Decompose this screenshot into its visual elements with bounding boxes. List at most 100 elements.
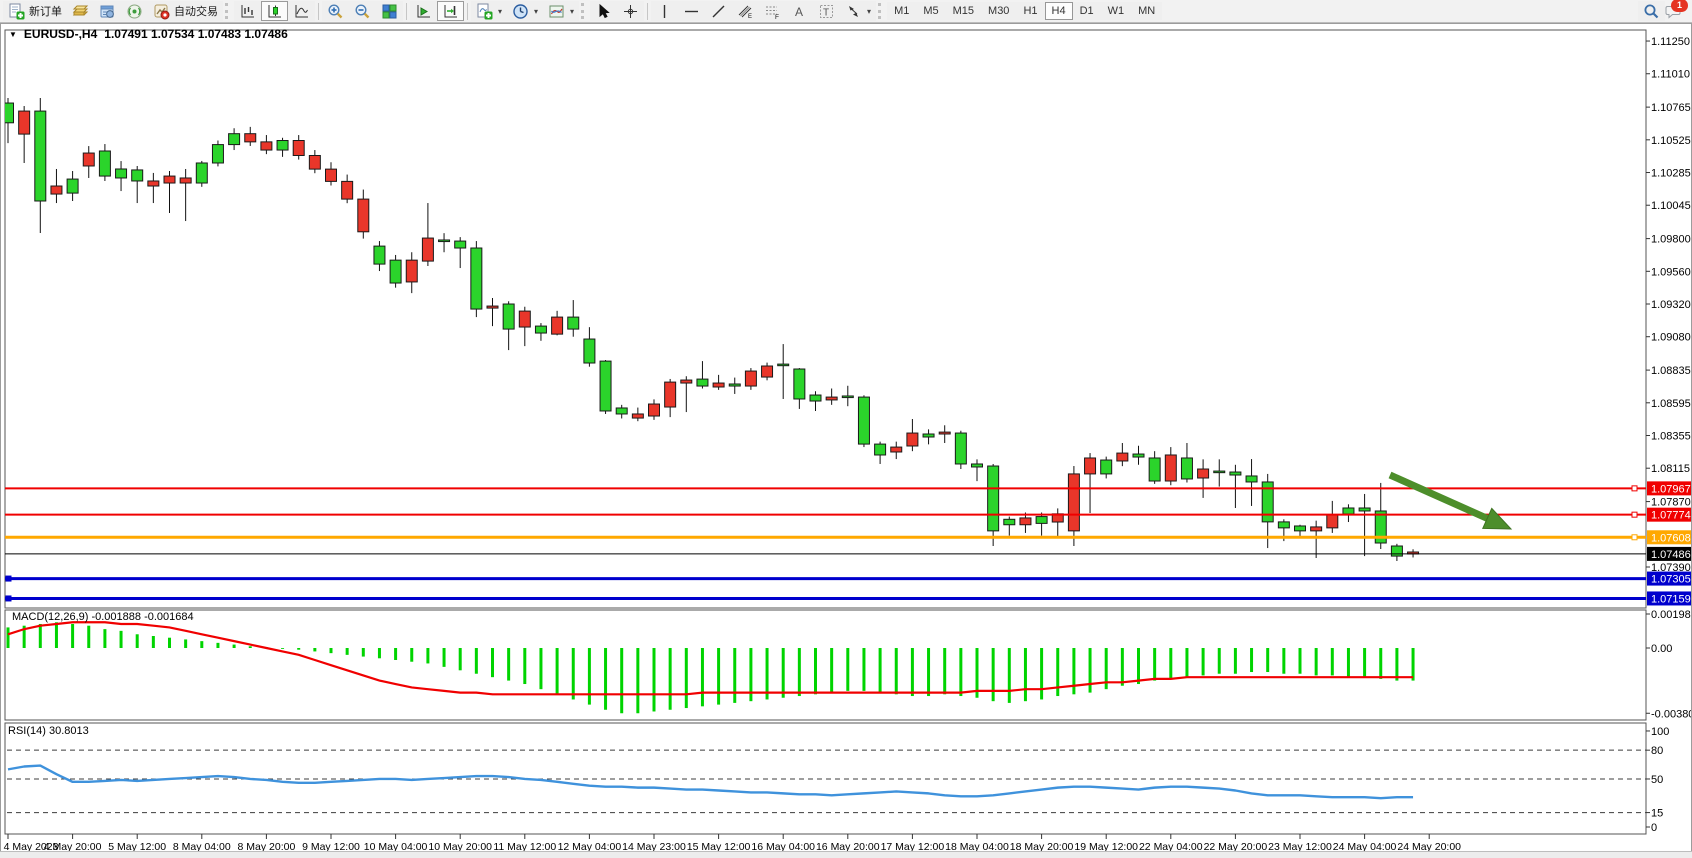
rsi-tick-label: 100: [1651, 726, 1669, 738]
tile-windows-button[interactable]: [376, 1, 403, 21]
price-tick-label: 1.09080: [1651, 332, 1691, 344]
chart-shift-button[interactable]: [437, 1, 464, 21]
timeframe-h4[interactable]: H4: [1045, 2, 1073, 20]
rsi-tick-label: 80: [1651, 745, 1663, 757]
autotrading-label: 自动交易: [174, 3, 218, 19]
timeframe-m30[interactable]: M30: [981, 2, 1016, 20]
candlestick-chart-button[interactable]: [261, 1, 288, 21]
zoom-in-button[interactable]: [322, 1, 349, 21]
data-window-button[interactable]: [94, 1, 121, 21]
timeframe-toolbar: M1M5M15M30H1H4D1W1MN: [887, 2, 1162, 20]
alerts-button[interactable]: [121, 1, 148, 21]
timeframe-mn[interactable]: MN: [1131, 2, 1162, 20]
arrows-icon: [845, 3, 862, 20]
timeframe-w1[interactable]: W1: [1101, 2, 1132, 20]
notification-badge: 1: [1671, 0, 1688, 12]
crosshair-button[interactable]: [617, 1, 644, 21]
cursor-button[interactable]: [590, 1, 617, 21]
price-label-text: 1.07305: [1651, 574, 1691, 586]
search-button[interactable]: [1638, 1, 1665, 21]
chart-title: ▼ EURUSD-,H4 1.07491 1.07534 1.07483 1.0…: [9, 27, 288, 41]
bar-chart-button[interactable]: [234, 1, 261, 21]
autotrading-icon: [153, 3, 170, 20]
time-axis[interactable]: 4 May 20234 May 20:005 May 12:008 May 04…: [4, 834, 1462, 852]
new-order-button[interactable]: 新订单: [3, 1, 67, 21]
indicators-button[interactable]: ▾: [471, 1, 507, 21]
timeframe-m15[interactable]: M15: [946, 2, 981, 20]
zoom-in-icon: [327, 3, 344, 20]
zoom-out-button[interactable]: [349, 1, 376, 21]
timeframe-h1[interactable]: H1: [1016, 2, 1044, 20]
line-anchor[interactable]: [1632, 512, 1637, 517]
price-label-text: 1.07608: [1651, 532, 1691, 544]
toolbar: 新订单 自动交易: [0, 0, 1692, 23]
equidistant-channel-icon: E: [737, 3, 754, 20]
svg-text:A: A: [795, 5, 803, 19]
auto-scroll-button[interactable]: [410, 1, 437, 21]
autotrading-button[interactable]: 自动交易: [148, 1, 223, 21]
vertical-line-button[interactable]: [651, 1, 678, 21]
crosshair-icon: [622, 3, 639, 20]
price-label-text: 1.07967: [1651, 483, 1691, 495]
price-tick-label: 1.08835: [1651, 365, 1691, 377]
fibonacci-button[interactable]: F: [759, 1, 786, 21]
data-window-icon: [99, 3, 116, 20]
cursor-icon: [595, 3, 612, 20]
timeframe-m1[interactable]: M1: [887, 2, 916, 20]
toolbar-drag-handle[interactable]: [878, 3, 884, 19]
templates-button[interactable]: ▾: [543, 1, 579, 21]
profiles-button[interactable]: [67, 1, 94, 21]
price-tick-label: 1.10045: [1651, 200, 1691, 212]
trendline-icon: [710, 3, 727, 20]
line-anchor[interactable]: [6, 576, 11, 581]
horizontal-line-icon: [683, 3, 700, 20]
chart-canvas[interactable]: 1.112501.110101.107651.105251.102851.100…: [1, 24, 1691, 852]
candlestick-series: [3, 98, 1419, 561]
toolbar-drag-handle[interactable]: [225, 3, 231, 19]
timeframe-d1[interactable]: D1: [1073, 2, 1101, 20]
price-tick-label: 1.08115: [1651, 463, 1690, 475]
line-anchor[interactable]: [1632, 535, 1637, 540]
fibonacci-icon: F: [764, 3, 781, 20]
price-tick-label: 1.08595: [1651, 398, 1691, 410]
rsi-line: [8, 766, 1413, 799]
zoom-out-icon: [354, 3, 371, 20]
periods-clock-icon: [512, 3, 529, 20]
periods-button[interactable]: ▾: [507, 1, 543, 21]
rsi-tick-label: 15: [1651, 808, 1663, 820]
line-anchor[interactable]: [1632, 486, 1637, 491]
line-anchor[interactable]: [6, 596, 11, 601]
status-bar: [0, 851, 1692, 858]
price-tick-label: 1.10285: [1651, 168, 1691, 180]
chat-button[interactable]: 1: [1665, 3, 1682, 20]
price-tick-label: 1.08355: [1651, 430, 1691, 442]
text-button[interactable]: A: [786, 1, 813, 21]
bar-chart-icon: [239, 3, 256, 20]
auto-scroll-icon: [415, 3, 432, 20]
equidistant-channel-button[interactable]: E: [732, 1, 759, 21]
price-label-text: 1.07774: [1651, 510, 1691, 522]
search-icon: [1643, 3, 1660, 20]
price-tick-label: 1.09800: [1651, 234, 1691, 246]
text-icon: A: [791, 3, 808, 20]
toolbar-drag-handle[interactable]: [581, 3, 587, 19]
macd-indicator: [8, 622, 1413, 713]
horizontal-line-button[interactable]: [678, 1, 705, 21]
collapse-triangle-icon[interactable]: ▼: [9, 30, 17, 39]
text-label-button[interactable]: T: [813, 1, 840, 21]
chart-title-symbol: EURUSD-,H4: [24, 27, 97, 41]
rsi-tick-label: 50: [1651, 774, 1663, 786]
chevron-down-icon: ▾: [867, 7, 871, 16]
chart-window: 1.112501.110101.107651.105251.102851.100…: [0, 23, 1692, 853]
price-tick-label: 1.09320: [1651, 299, 1691, 311]
price-axis[interactable]: 1.112501.110101.107651.105251.102851.100…: [1646, 36, 1691, 834]
line-chart-button[interactable]: [288, 1, 315, 21]
macd-tick-label: 0.001982: [1651, 609, 1691, 621]
price-tick-label: 1.11250: [1651, 36, 1690, 48]
toolbar-separator: [318, 3, 319, 20]
trend-arrow[interactable]: [1390, 475, 1511, 529]
arrows-button[interactable]: ▾: [840, 1, 876, 21]
timeframe-m5[interactable]: M5: [916, 2, 945, 20]
price-tick-label: 1.11010: [1651, 69, 1690, 81]
trendline-button[interactable]: [705, 1, 732, 21]
